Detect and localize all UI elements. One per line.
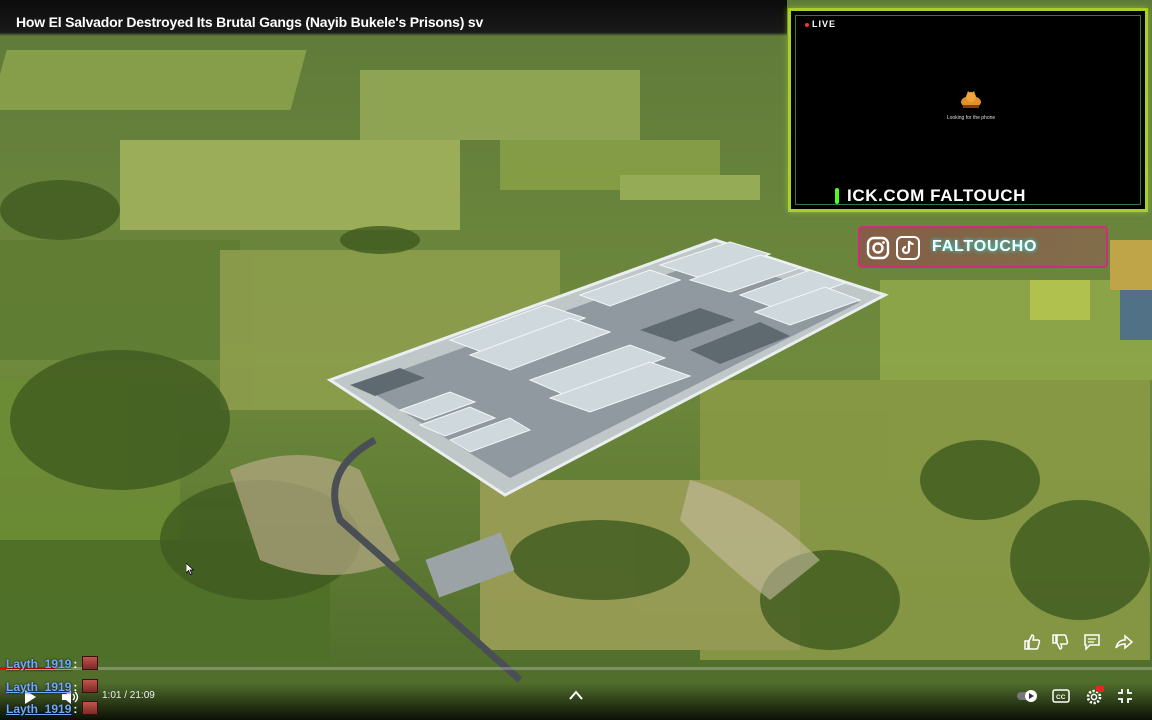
- side-actions: [1022, 632, 1140, 652]
- captions-icon[interactable]: CC: [1052, 688, 1070, 704]
- time-display: 1:01 / 21:09: [102, 690, 155, 701]
- social-banner: FALTOUCHO: [858, 226, 1108, 268]
- chat-separator: :: [73, 680, 78, 694]
- video-title-bar: How El Salvador Destroyed Its Brutal Gan…: [0, 0, 787, 36]
- webcam-frame: [795, 15, 1141, 205]
- live-dot-icon: [805, 22, 809, 27]
- thumbs-down-icon[interactable]: [1050, 632, 1070, 652]
- autoplay-toggle[interactable]: [1016, 688, 1040, 704]
- chat-username[interactable]: Layth_1919: [6, 657, 71, 671]
- comment-icon[interactable]: [1082, 632, 1102, 652]
- thumbs-up-icon[interactable]: [1022, 632, 1042, 652]
- emote-icon: [82, 701, 99, 715]
- video-title[interactable]: How El Salvador Destroyed Its Brutal Gan…: [16, 14, 483, 30]
- chat-separator: :: [73, 702, 78, 716]
- chat-username[interactable]: Layth_1919: [6, 680, 71, 694]
- chat-message: Layth_1919:: [6, 700, 99, 716]
- chat-message: Layth_1919:: [6, 655, 99, 671]
- chat-username[interactable]: Layth_1919: [6, 702, 71, 716]
- chat-separator: :: [73, 657, 78, 671]
- mouse-cursor-icon: [186, 563, 194, 575]
- social-handle: FALTOUCHO: [932, 238, 1038, 255]
- chevron-up-icon[interactable]: [568, 689, 584, 701]
- live-label: LIVE: [812, 19, 837, 29]
- live-badge: LIVE: [805, 19, 836, 29]
- svg-text:CC: CC: [1056, 694, 1066, 701]
- cat-emote-icon: [961, 91, 981, 108]
- webcam-overlay: LIVE Looking for the phone ICK.COM FALTO…: [788, 8, 1148, 212]
- kick-logo-icon: [835, 188, 839, 204]
- settings-icon[interactable]: [1084, 686, 1104, 706]
- fullscreen-exit-icon[interactable]: [1117, 688, 1133, 704]
- kick-banner: ICK.COM FALTOUCH: [835, 186, 1105, 206]
- instagram-icon: [866, 236, 890, 260]
- chat-message: Layth_1919:: [6, 678, 99, 694]
- tiktok-icon: [896, 236, 920, 260]
- progress-bar[interactable]: [0, 667, 1152, 670]
- share-icon[interactable]: [1114, 632, 1134, 652]
- kick-url-text: ICK.COM FALTOUCH: [847, 186, 1026, 205]
- webcam-status-text: Looking for the phone: [946, 115, 996, 121]
- emote-icon: [82, 656, 99, 670]
- emote-icon: [82, 679, 99, 693]
